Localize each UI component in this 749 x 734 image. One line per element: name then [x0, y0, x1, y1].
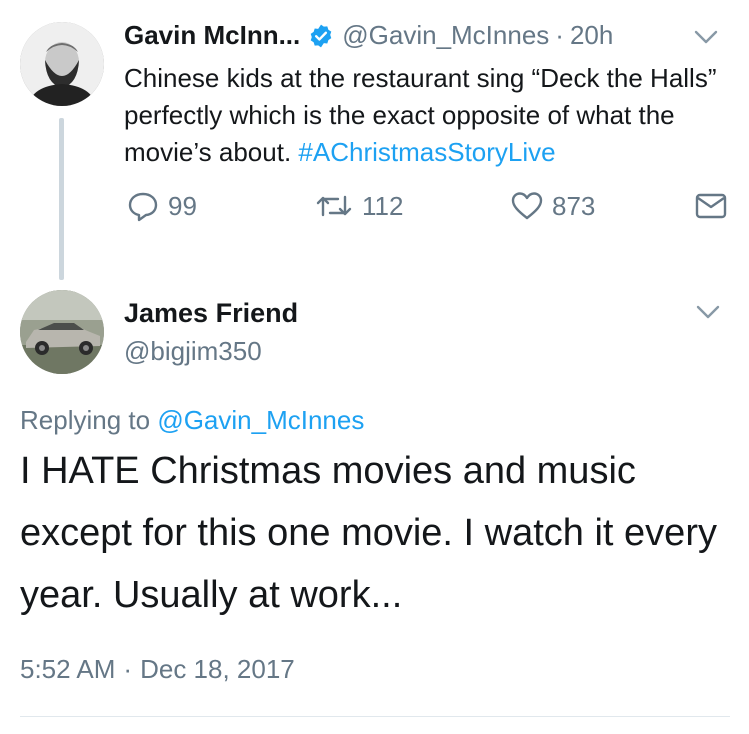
chevron-down-icon[interactable]: [693, 28, 719, 46]
reply-author-avatar[interactable]: [20, 290, 104, 374]
hashtag-link[interactable]: #AChristmasStoryLive: [298, 137, 555, 167]
direct-message-button[interactable]: [695, 188, 727, 224]
reply-button[interactable]: 99: [126, 188, 197, 224]
reply-date: Dec 18, 2017: [140, 654, 295, 684]
reply-count: 99: [168, 190, 197, 221]
parent-author-name[interactable]: Gavin McInn...: [124, 20, 300, 51]
reply-author-handle[interactable]: @bigjim350: [124, 336, 262, 367]
like-icon: [511, 192, 543, 220]
retweet-button[interactable]: 112: [314, 188, 403, 224]
parent-tweet-header: Gavin McInn... @Gavin_McInnes · 20h: [124, 20, 613, 51]
parent-author-avatar[interactable]: [20, 22, 104, 106]
direct-message-icon: [695, 193, 727, 219]
like-count: 873: [552, 190, 596, 221]
replying-to-label: Replying to: [20, 405, 158, 435]
chevron-down-icon[interactable]: [695, 303, 721, 321]
reply-tweet-timestamp[interactable]: 5:52 AM · Dec 18, 2017: [20, 654, 295, 685]
thread-connector-line: [59, 118, 64, 280]
reply-time: 5:52 AM: [20, 654, 116, 684]
replying-to-line: Replying to @Gavin_McInnes: [20, 405, 364, 436]
divider: [20, 716, 730, 717]
reply-tweet-text: I HATE Christmas movies and music except…: [20, 450, 717, 616]
replying-to-mention[interactable]: @Gavin_McInnes: [157, 405, 364, 435]
avatar-photo: [20, 22, 104, 106]
parent-author-handle[interactable]: @Gavin_McInnes: [342, 20, 549, 51]
retweet-count: 112: [362, 190, 404, 221]
verified-badge-icon: [310, 24, 332, 47]
reply-icon: [128, 192, 158, 222]
parent-tweet-text: Chinese kids at the restaurant sing “Dec…: [124, 60, 734, 171]
timestamp-separator: ·: [123, 654, 133, 684]
header-separator: ·: [555, 20, 564, 50]
reply-author-name[interactable]: James Friend: [124, 298, 298, 329]
parent-tweet-time[interactable]: 20h: [570, 20, 613, 51]
car-photo: [20, 290, 104, 374]
like-button[interactable]: 873: [510, 188, 595, 224]
retweet-icon: [316, 195, 352, 217]
